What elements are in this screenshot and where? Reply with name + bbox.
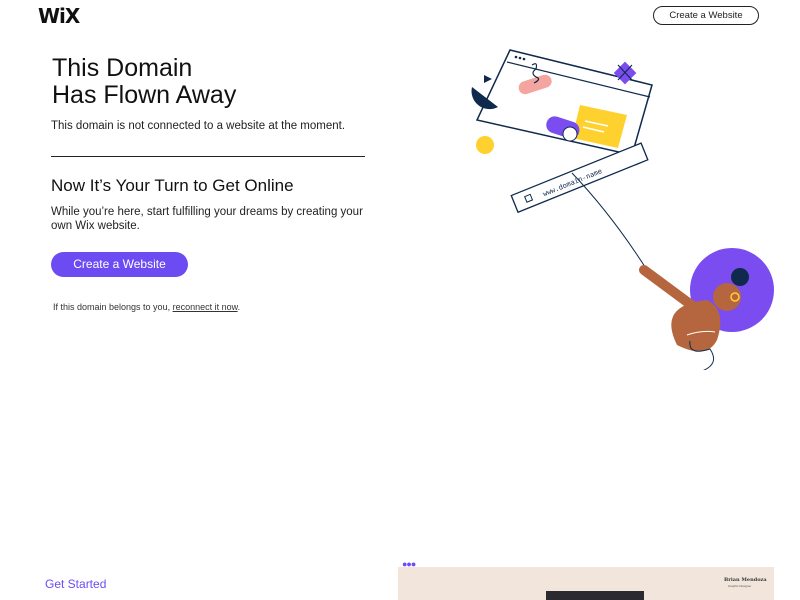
divider [51,156,365,157]
yellow-circle-shape [476,136,494,154]
reconnect-prefix: If this domain belongs to you, [53,302,173,312]
reconnect-text: If this domain belongs to you, reconnect… [53,302,240,312]
template-preview-thumbnail[interactable]: Brian Mendoza Graphic Designer [398,567,774,600]
page-title-line-2: Has Flown Away [52,81,237,109]
page-subtitle: This domain is not connected to a websit… [51,120,346,132]
flying-website-illustration: www.domain-name [471,49,774,370]
page-title: This Domain Has Flown Away [52,55,236,109]
page-title-line-1: This Domain [52,54,193,82]
create-website-button[interactable]: Create a Website [51,252,188,277]
person-figure [639,248,774,370]
wix-logo[interactable]: WiX [38,4,80,28]
preview-name-text: Brian Mendoza [724,577,767,583]
section-title: Now It’s Your Turn to Get Online [51,176,294,195]
get-started-link[interactable]: Get Started [45,577,106,591]
reconnect-link[interactable]: reconnect it now [173,302,238,312]
kite-string [571,172,648,271]
header-create-website-button[interactable]: Create a Website [653,6,759,25]
preview-image-block [546,591,644,600]
play-triangle-icon [484,75,492,83]
section-body: While you’re here, start fulfilling your… [51,206,363,232]
reconnect-suffix: . [237,302,241,312]
url-bar-sign: www.domain-name [510,142,649,214]
preview-role-text: Graphic Designer [728,584,752,588]
